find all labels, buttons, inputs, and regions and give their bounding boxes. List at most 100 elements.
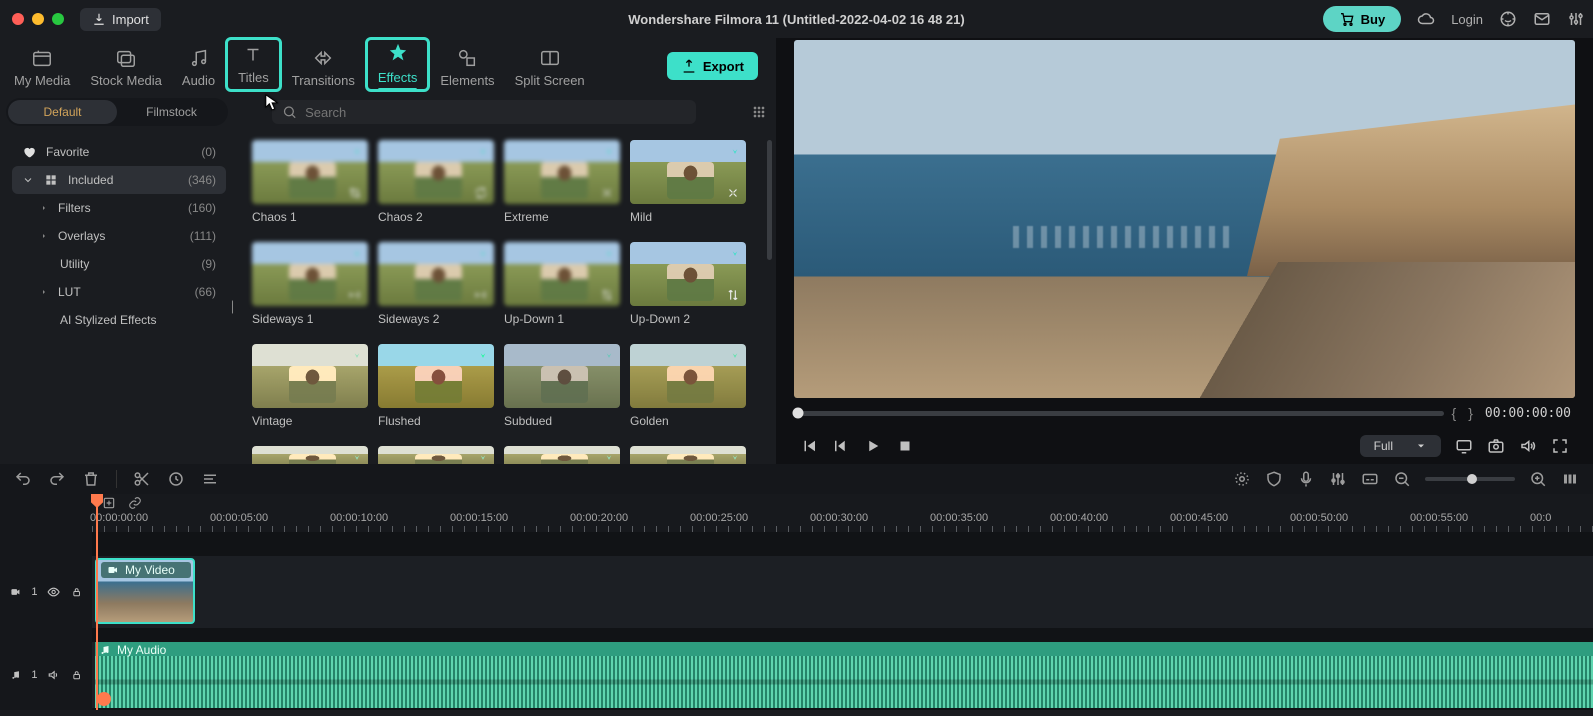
download-icon[interactable] (602, 144, 616, 158)
add-track-icon[interactable] (102, 496, 116, 510)
effect-mild[interactable]: Mild (630, 140, 746, 224)
video-track-header[interactable]: 1 (0, 556, 92, 628)
search-input[interactable] (305, 105, 686, 120)
effect-thumb[interactable] (504, 344, 620, 408)
delete-icon[interactable] (82, 470, 100, 488)
effect-partial[interactable] (378, 446, 494, 464)
sidebar-item-filters[interactable]: Filters(160) (12, 194, 226, 222)
download-icon[interactable] (476, 144, 490, 158)
tab-transitions[interactable]: Transitions (282, 43, 365, 92)
effect-thumb[interactable] (504, 140, 620, 204)
volume-icon[interactable] (1519, 437, 1537, 455)
effect-thumb[interactable] (378, 344, 494, 408)
effect-up-down-1[interactable]: Up-Down 1 (504, 242, 620, 326)
speaker-icon[interactable] (47, 668, 60, 682)
zoom-in-icon[interactable] (1529, 470, 1547, 488)
shield-icon[interactable] (1265, 470, 1283, 488)
preview-viewport[interactable] (794, 40, 1575, 398)
download-icon[interactable] (476, 348, 490, 362)
effect-subdued[interactable]: Subdued (504, 344, 620, 428)
audio-fade-handle[interactable] (97, 692, 111, 706)
effect-thumb[interactable] (252, 446, 368, 464)
download-icon[interactable] (728, 450, 742, 464)
download-icon[interactable] (476, 246, 490, 260)
message-icon[interactable] (1533, 10, 1551, 28)
effect-golden[interactable]: Golden (630, 344, 746, 428)
download-icon[interactable] (350, 348, 364, 362)
effect-thumb[interactable] (378, 446, 494, 464)
marker-icon[interactable] (1233, 470, 1251, 488)
search-box[interactable] (272, 100, 696, 124)
lock-icon[interactable] (71, 669, 82, 681)
mark-out-icon[interactable]: } (1468, 405, 1477, 421)
video-track[interactable]: 1 My Video (92, 556, 1593, 628)
audio-clip[interactable]: My Audio (95, 642, 1593, 708)
step-back-icon[interactable] (832, 437, 850, 455)
grid-view-icon[interactable] (748, 101, 770, 123)
cloud-icon[interactable] (1417, 10, 1435, 28)
tab-titles[interactable]: Titles (225, 37, 282, 92)
effect-thumb[interactable] (252, 344, 368, 408)
effects-scrollbar[interactable] (767, 140, 772, 260)
effect-partial[interactable] (252, 446, 368, 464)
snapshot-icon[interactable] (1487, 437, 1505, 455)
buy-button[interactable]: Buy (1323, 6, 1402, 32)
effect-thumb[interactable] (630, 242, 746, 306)
play-icon[interactable] (864, 437, 882, 455)
tab-my-media[interactable]: My Media (4, 43, 80, 92)
effect-vintage[interactable]: Vintage (252, 344, 368, 428)
download-icon[interactable] (728, 144, 742, 158)
window-traffic-lights[interactable] (12, 13, 64, 25)
tab-split-screen[interactable]: Split Screen (505, 43, 595, 92)
download-icon[interactable] (602, 450, 616, 464)
effect-flushed[interactable]: Flushed (378, 344, 494, 428)
download-icon[interactable] (350, 144, 364, 158)
playhead[interactable] (96, 494, 98, 710)
effect-chaos-2[interactable]: Chaos 2 (378, 140, 494, 224)
lock-icon[interactable] (71, 586, 82, 598)
tab-elements[interactable]: Elements (430, 43, 504, 92)
download-icon[interactable] (602, 348, 616, 362)
effect-thumb[interactable] (378, 242, 494, 306)
effect-chaos-1[interactable]: Chaos 1 (252, 140, 368, 224)
sidebar-item-utility[interactable]: Utility(9) (12, 250, 226, 278)
display-icon[interactable] (1455, 437, 1473, 455)
minimize-window[interactable] (32, 13, 44, 25)
download-icon[interactable] (350, 450, 364, 464)
sidebar-item-included[interactable]: Included(346) (12, 166, 226, 194)
audio-track[interactable]: 1 My Audio (92, 642, 1593, 708)
support-icon[interactable] (1499, 10, 1517, 28)
effect-thumb[interactable] (504, 446, 620, 464)
effect-extreme[interactable]: Extreme (504, 140, 620, 224)
undo-icon[interactable] (14, 470, 32, 488)
list-icon[interactable] (201, 470, 219, 488)
download-icon[interactable] (728, 348, 742, 362)
fit-icon[interactable] (1561, 470, 1579, 488)
maximize-window[interactable] (52, 13, 64, 25)
preview-scrubber[interactable] (798, 411, 1444, 416)
effect-thumb[interactable] (504, 242, 620, 306)
effect-partial[interactable] (504, 446, 620, 464)
zoom-slider[interactable] (1425, 477, 1515, 481)
effect-thumb[interactable] (252, 242, 368, 306)
effect-thumb[interactable] (630, 446, 746, 464)
fullscreen-icon[interactable] (1551, 437, 1569, 455)
effect-thumb[interactable] (630, 140, 746, 204)
eye-icon[interactable] (47, 585, 60, 599)
subtab-filmstock[interactable]: Filmstock (117, 100, 226, 124)
effect-sideways-2[interactable]: Sideways 2 (378, 242, 494, 326)
sidebar-item-ai-stylized-effects[interactable]: AI Stylized Effects (12, 306, 226, 334)
video-clip[interactable]: My Video (95, 558, 195, 624)
tab-stock-media[interactable]: Stock Media (80, 43, 172, 92)
close-window[interactable] (12, 13, 24, 25)
collapse-sidebar-icon[interactable] (232, 298, 235, 316)
effect-thumb[interactable] (252, 140, 368, 204)
preview-quality-select[interactable]: Full (1360, 435, 1441, 457)
audio-track-header[interactable]: 1 (0, 642, 92, 708)
effect-partial[interactable] (630, 446, 746, 464)
effect-up-down-2[interactable]: Up-Down 2 (630, 242, 746, 326)
timeline[interactable]: 00:00:00:0000:00:05:0000:00:10:0000:00:1… (0, 494, 1593, 710)
mark-in-icon[interactable]: { (1452, 405, 1461, 421)
mixer-icon[interactable] (1329, 470, 1347, 488)
mic-icon[interactable] (1297, 470, 1315, 488)
